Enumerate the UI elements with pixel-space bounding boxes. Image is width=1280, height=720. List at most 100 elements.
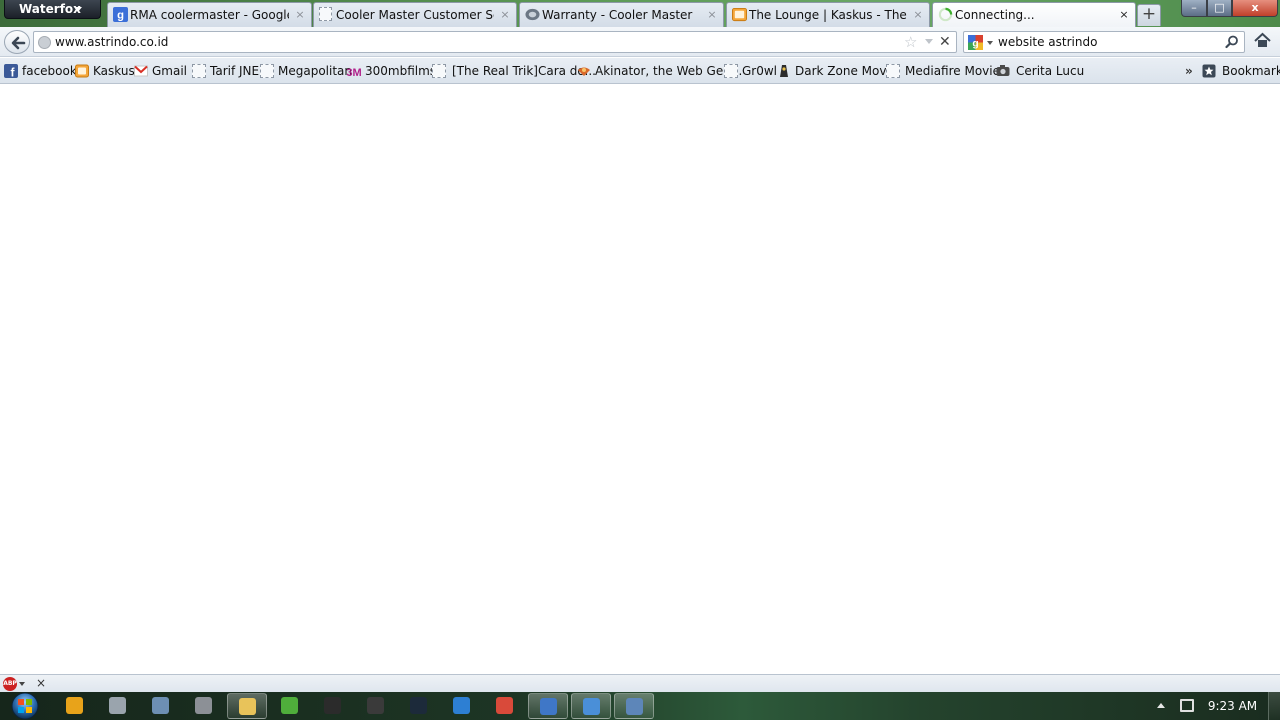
close-window-button[interactable]: x [1232,0,1278,17]
taskbar-button-utorrent[interactable] [270,693,310,719]
chrome-icon [496,697,513,714]
taskbar-button-waterfox[interactable] [528,693,568,719]
tab-close-icon[interactable]: × [912,4,924,24]
adblock-plus-icon[interactable]: ABP [3,677,17,691]
network-tool-icon [152,697,169,714]
google-search-engine-icon[interactable]: g [968,35,983,50]
blank-page-icon [319,7,332,21]
svg-text:g: g [117,10,124,22]
search-input[interactable]: website astrindo [998,32,1097,52]
tab-label: Connecting... [955,8,1035,22]
bookmark-label: Dark Zone Movie [795,64,898,78]
taskbar-button-chrome[interactable] [485,693,525,719]
search-icon[interactable] [1225,35,1239,49]
tab-label: Warranty - Cooler Master [542,8,693,22]
internet-explorer-icon [453,697,470,714]
bookmarks-toolbar: f facebook Kaskus Gmail Tarif JNE Megapo… [0,58,1280,84]
steam-icon [410,697,427,714]
app-menu-label: Waterfox [19,2,81,16]
tab-label: The Lounge | Kaskus - The Larg... [749,8,907,22]
taskbar-button-network-tool[interactable] [141,693,181,719]
taskbar-button-remote-desktop[interactable] [571,693,611,719]
tab-warranty-coolermaster[interactable]: Warranty - Cooler Master × [519,2,724,27]
tab-rma-coolermaster[interactable]: g RMA coolermaster - Google Sea... × [107,2,312,27]
taskbar-button-coolermaster-app[interactable] [98,693,138,719]
camera-app-icon [195,697,212,714]
start-button[interactable] [8,692,42,720]
tab-label: Cooler Master Customer Servic... [336,8,494,22]
bookmarks-overflow-chevron-icon[interactable]: » [1185,58,1193,84]
bookmark-star-icon[interactable]: ☆ [904,33,917,51]
bookmark-label: Gr0wl [742,64,778,78]
bookmark-label: Kaskus [93,64,135,78]
taskbar-button-camera-app[interactable] [184,693,224,719]
minimize-button[interactable]: – [1181,0,1207,17]
coolermaster-icon [525,8,540,21]
kaskus-icon [732,7,747,22]
history-dropdown-icon[interactable] [925,39,933,44]
taskbar-clock[interactable]: 9:23 AM [1205,692,1260,720]
page-content-area[interactable] [0,85,1280,674]
svg-text:3M: 3M [347,67,361,78]
taskbar-button-archive-app[interactable] [356,693,396,719]
darkzone-icon [780,65,788,77]
blank-page-icon [724,64,738,78]
tab-connecting[interactable]: Connecting... × [932,2,1136,28]
bookmark-label: 300mbfilms [365,64,437,78]
coolermaster-app-icon [109,697,126,714]
file-explorer-icon [239,698,256,715]
remote-desktop-icon [583,698,600,715]
show-desktop-button[interactable] [1268,692,1280,720]
search-engine-dropdown-icon[interactable] [987,41,993,45]
bookmark-label: Gmail [152,64,188,78]
windows-taskbar: 9:23 AM [0,692,1280,720]
url-bar[interactable]: www.astrindo.co.id ☆ ✕ [33,31,957,53]
url-text[interactable]: www.astrindo.co.id [55,32,168,52]
utorrent-icon [281,697,298,714]
back-button[interactable] [4,30,30,54]
tab-coolermaster-customer-service[interactable]: Cooler Master Customer Servic... × [313,2,517,27]
taskbar-button-network-app[interactable] [614,693,654,719]
blank-page-icon [432,64,446,78]
taskbar-button-file-explorer[interactable] [227,693,267,719]
cerita-icon [996,65,1010,76]
tab-close-icon[interactable]: × [499,4,511,24]
adblock-dropdown-icon[interactable] [19,682,25,686]
blank-page-icon [260,64,274,78]
bookmarks-menu-label: Bookmarks [1222,64,1280,78]
bookmark-label: Mediafire Movies [905,64,1007,78]
google-icon: g [113,7,128,22]
blank-page-icon [886,64,900,78]
waterfox-icon [540,698,557,715]
chevron-down-icon [74,7,82,12]
blank-page-icon [192,64,206,78]
home-icon[interactable] [1254,32,1271,49]
akinator-icon [578,67,590,76]
300mbfilms-icon: 3M [347,67,361,78]
facebook-icon: f [4,64,18,78]
bookmark-label: Akinator, the Web Gen... [595,64,743,78]
kaskus-icon [75,64,89,78]
taskbar-button-steam[interactable] [399,693,439,719]
loading-spinner-icon [938,7,953,22]
new-tab-button[interactable]: + [1137,4,1161,26]
media-player-icon [66,697,83,714]
maximize-button[interactable]: □ [1207,0,1232,17]
archive-app-icon [367,697,384,714]
close-addon-bar-icon[interactable]: × [36,675,46,692]
cube-app-icon [324,697,341,714]
gmail-icon [134,65,148,77]
search-bar[interactable]: g website astrindo [963,31,1245,53]
stop-loading-icon[interactable]: ✕ [939,32,951,52]
site-identity-icon[interactable] [38,36,51,49]
network-tray-icon[interactable] [1180,699,1194,712]
app-menu-button[interactable]: Waterfox [4,0,101,19]
taskbar-button-internet-explorer[interactable] [442,693,482,719]
show-hidden-icons-icon[interactable] [1157,703,1165,708]
taskbar-button-media-player[interactable] [55,693,95,719]
tab-close-icon[interactable]: × [1118,4,1130,24]
taskbar-button-cube-app[interactable] [313,693,353,719]
tab-the-lounge-kaskus[interactable]: The Lounge | Kaskus - The Larg... × [726,2,930,27]
tab-close-icon[interactable]: × [706,4,718,24]
tab-close-icon[interactable]: × [294,4,306,24]
